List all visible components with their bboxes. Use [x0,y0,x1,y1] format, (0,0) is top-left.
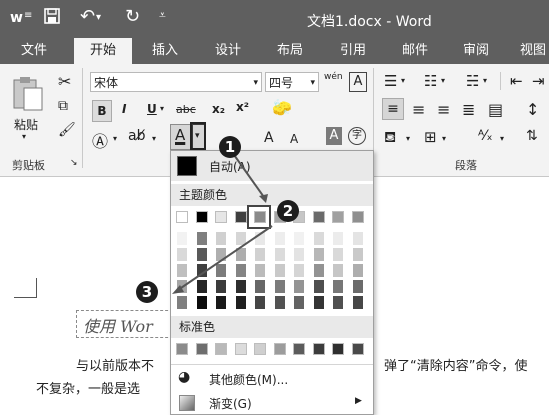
annotation-arrows [172,151,273,294]
arrow-1-head [259,194,268,203]
arrow-1 [231,151,267,201]
arrow-2 [177,225,273,291]
callout-3: 3 [136,281,158,303]
callout-2: 2 [277,200,299,222]
callout-1: 1 [219,136,241,158]
